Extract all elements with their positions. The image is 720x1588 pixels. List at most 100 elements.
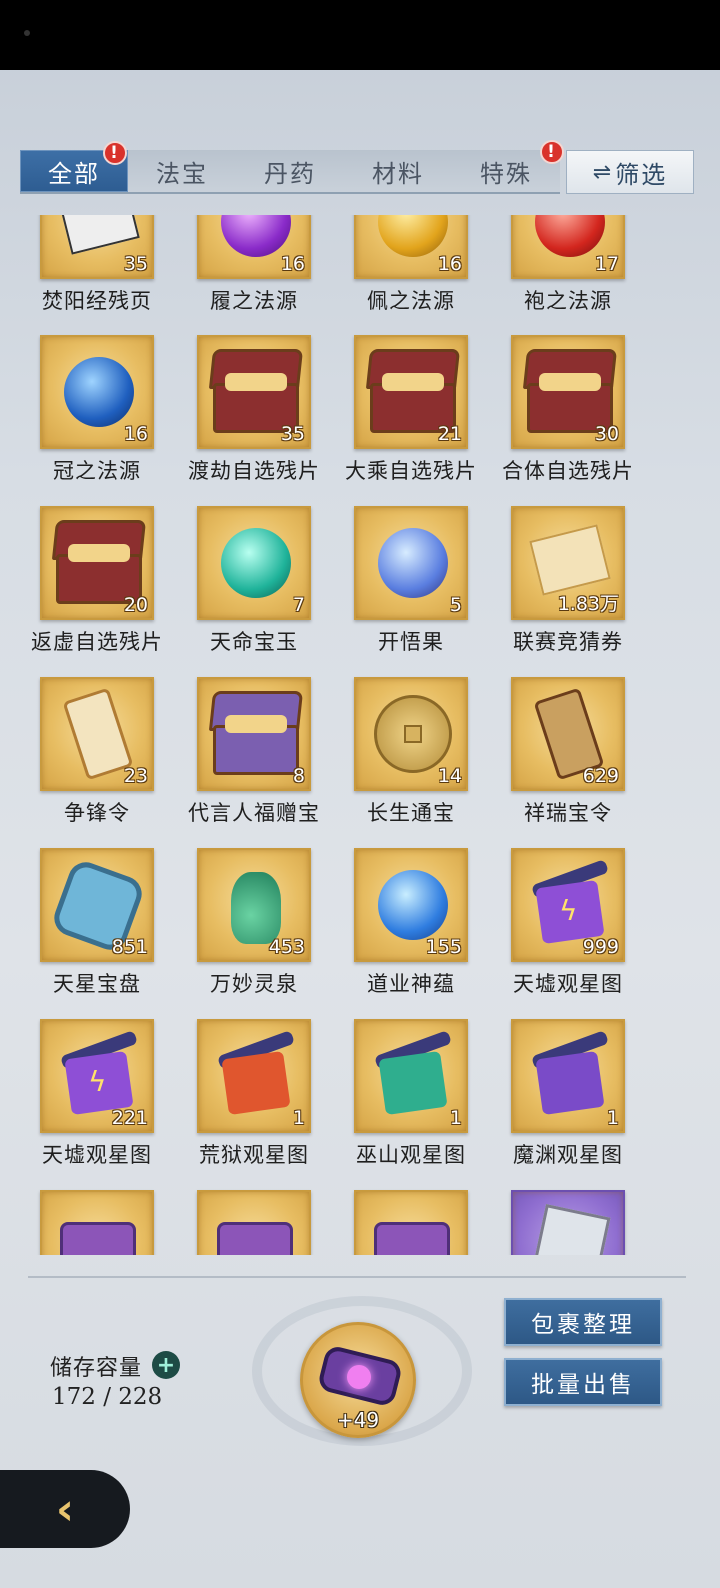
item-count: 20 [123,594,148,616]
inventory-item[interactable]: 7 天命宝玉 [175,500,333,660]
inventory-item[interactable]: 30 合体自选残片 [489,329,647,489]
inventory-item[interactable]: 21 大乘自选残片 [332,329,490,489]
bag-icon [199,1192,309,1255]
inventory-item[interactable]: ϟ 999 天墟观星图 [489,842,647,1002]
tab-materials[interactable]: 材料 [344,150,452,192]
item-count: 629 [582,765,619,787]
back-chevron-icon: ‹ [55,1483,75,1535]
inventory-item[interactable]: 1 魔渊观星图 [489,1013,647,1173]
inventory-item[interactable]: 16 佩之法源 [332,215,490,319]
inventory-item[interactable]: 1 荒狱观星图 [175,1013,333,1173]
add-capacity-icon[interactable]: + [152,1351,180,1379]
item-slot[interactable]: 35 [197,335,311,449]
tab-label: 全部 [48,159,100,188]
item-name: 争锋令 [64,801,130,825]
item-count: 8 [292,765,305,787]
tab-special[interactable]: 特殊 ! [452,140,564,192]
inventory-item[interactable]: 851 天星宝盘 [18,842,176,1002]
item-slot[interactable]: 30 [511,335,625,449]
cloth-icon [513,1192,623,1255]
item-slot[interactable]: 7 [197,506,311,620]
item-slot[interactable]: 16 [354,215,468,279]
tab-bar: 全部 ! 法宝 丹药 材料 特殊 ! [20,140,564,194]
inventory-item[interactable]: ϟ 221 天墟观星图 [18,1013,176,1173]
gem-decoration [347,1365,371,1389]
inventory-item[interactable] [18,1184,176,1255]
item-count: 7 [292,594,305,616]
item-slot[interactable]: 1 [511,1019,625,1133]
item-name: 联赛竞猜券 [513,630,623,654]
item-name: 天墟观星图 [513,972,623,996]
item-count: 17 [594,253,619,275]
item-slot[interactable]: 629 [511,677,625,791]
item-count: 16 [437,253,462,275]
organize-bag-button[interactable]: 包裹整理 [504,1298,662,1346]
item-name: 大乘自选残片 [345,459,477,483]
inventory-item[interactable]: 8 代言人福赠宝 [175,671,333,831]
item-name: 履之法源 [210,289,298,313]
inventory-item[interactable]: 17 袍之法源 [489,215,647,319]
inventory-item[interactable]: 629 祥瑞宝令 [489,671,647,831]
item-slot[interactable] [511,1190,625,1255]
item-slot[interactable] [354,1190,468,1255]
item-name: 道业神蕴 [367,972,455,996]
item-grid: 35 焚阳经残页 16 履之法源 16 佩之法源 17 袍之法源 16 冠之法源 35 渡劫自选残片 2… [0,215,720,1255]
inventory-item[interactable]: 16 履之法源 [175,215,333,319]
item-slot[interactable]: 1 [354,1019,468,1133]
item-name: 佩之法源 [367,289,455,313]
item-count: 30 [594,423,619,445]
inventory-item[interactable]: 35 焚阳经残页 [18,215,176,319]
filter-button[interactable]: ⇌ 筛选 [566,150,694,194]
item-name: 长生通宝 [367,801,455,825]
tab-label: 丹药 [264,159,316,188]
inventory-item[interactable]: 20 返虚自选残片 [18,500,176,660]
tab-treasure[interactable]: 法宝 [128,150,236,192]
item-slot[interactable]: ϟ 999 [511,848,625,962]
item-count: 23 [123,765,148,787]
item-slot[interactable]: 35 [40,215,154,279]
item-slot[interactable]: 14 [354,677,468,791]
item-slot[interactable]: 17 [511,215,625,279]
item-name: 返虚自选残片 [31,630,163,654]
alert-badge-icon: ! [103,141,127,165]
back-button[interactable]: ‹ [0,1470,130,1548]
item-slot[interactable]: 23 [40,677,154,791]
inventory-item[interactable] [175,1184,333,1255]
item-slot[interactable] [40,1190,154,1255]
inventory-item[interactable]: 14 长生通宝 [332,671,490,831]
storage-capacity-value: 172 / 228 [52,1384,163,1410]
item-name: 冠之法源 [53,459,141,483]
item-slot[interactable]: 8 [197,677,311,791]
item-slot[interactable]: 21 [354,335,468,449]
inventory-item[interactable]: 155 道业神蕴 [332,842,490,1002]
inventory-item[interactable] [489,1184,647,1255]
item-slot[interactable]: ϟ 221 [40,1019,154,1133]
item-count: 21 [437,423,462,445]
item-slot[interactable]: 851 [40,848,154,962]
item-slot[interactable]: 1 [197,1019,311,1133]
inventory-item[interactable]: 23 争锋令 [18,671,176,831]
inventory-item[interactable]: 35 渡劫自选残片 [175,329,333,489]
batch-sell-button[interactable]: 批量出售 [504,1358,662,1406]
item-name: 万妙灵泉 [210,972,298,996]
inventory-item[interactable]: 5 开悟果 [332,500,490,660]
inventory-item[interactable] [332,1184,490,1255]
inventory-item[interactable]: 453 万妙灵泉 [175,842,333,1002]
inventory-item[interactable]: 1.83万联赛竞猜券 [489,500,647,660]
item-count: 221 [111,1107,148,1129]
item-slot[interactable]: 453 [197,848,311,962]
item-name: 袍之法源 [524,289,612,313]
item-slot[interactable]: 20 [40,506,154,620]
inventory-item[interactable]: 1 巫山观星图 [332,1013,490,1173]
item-slot[interactable]: 155 [354,848,468,962]
inventory-item[interactable]: 16 冠之法源 [18,329,176,489]
featured-item-count: +49 [336,1408,380,1432]
bag-icon [356,1192,466,1255]
tab-all[interactable]: 全部 ! [20,141,128,192]
item-slot[interactable]: 16 [40,335,154,449]
tab-pills[interactable]: 丹药 [236,150,344,192]
item-slot[interactable]: 16 [197,215,311,279]
item-slot[interactable] [197,1190,311,1255]
item-slot[interactable]: 5 [354,506,468,620]
item-slot[interactable]: 1.83万 [511,506,625,620]
